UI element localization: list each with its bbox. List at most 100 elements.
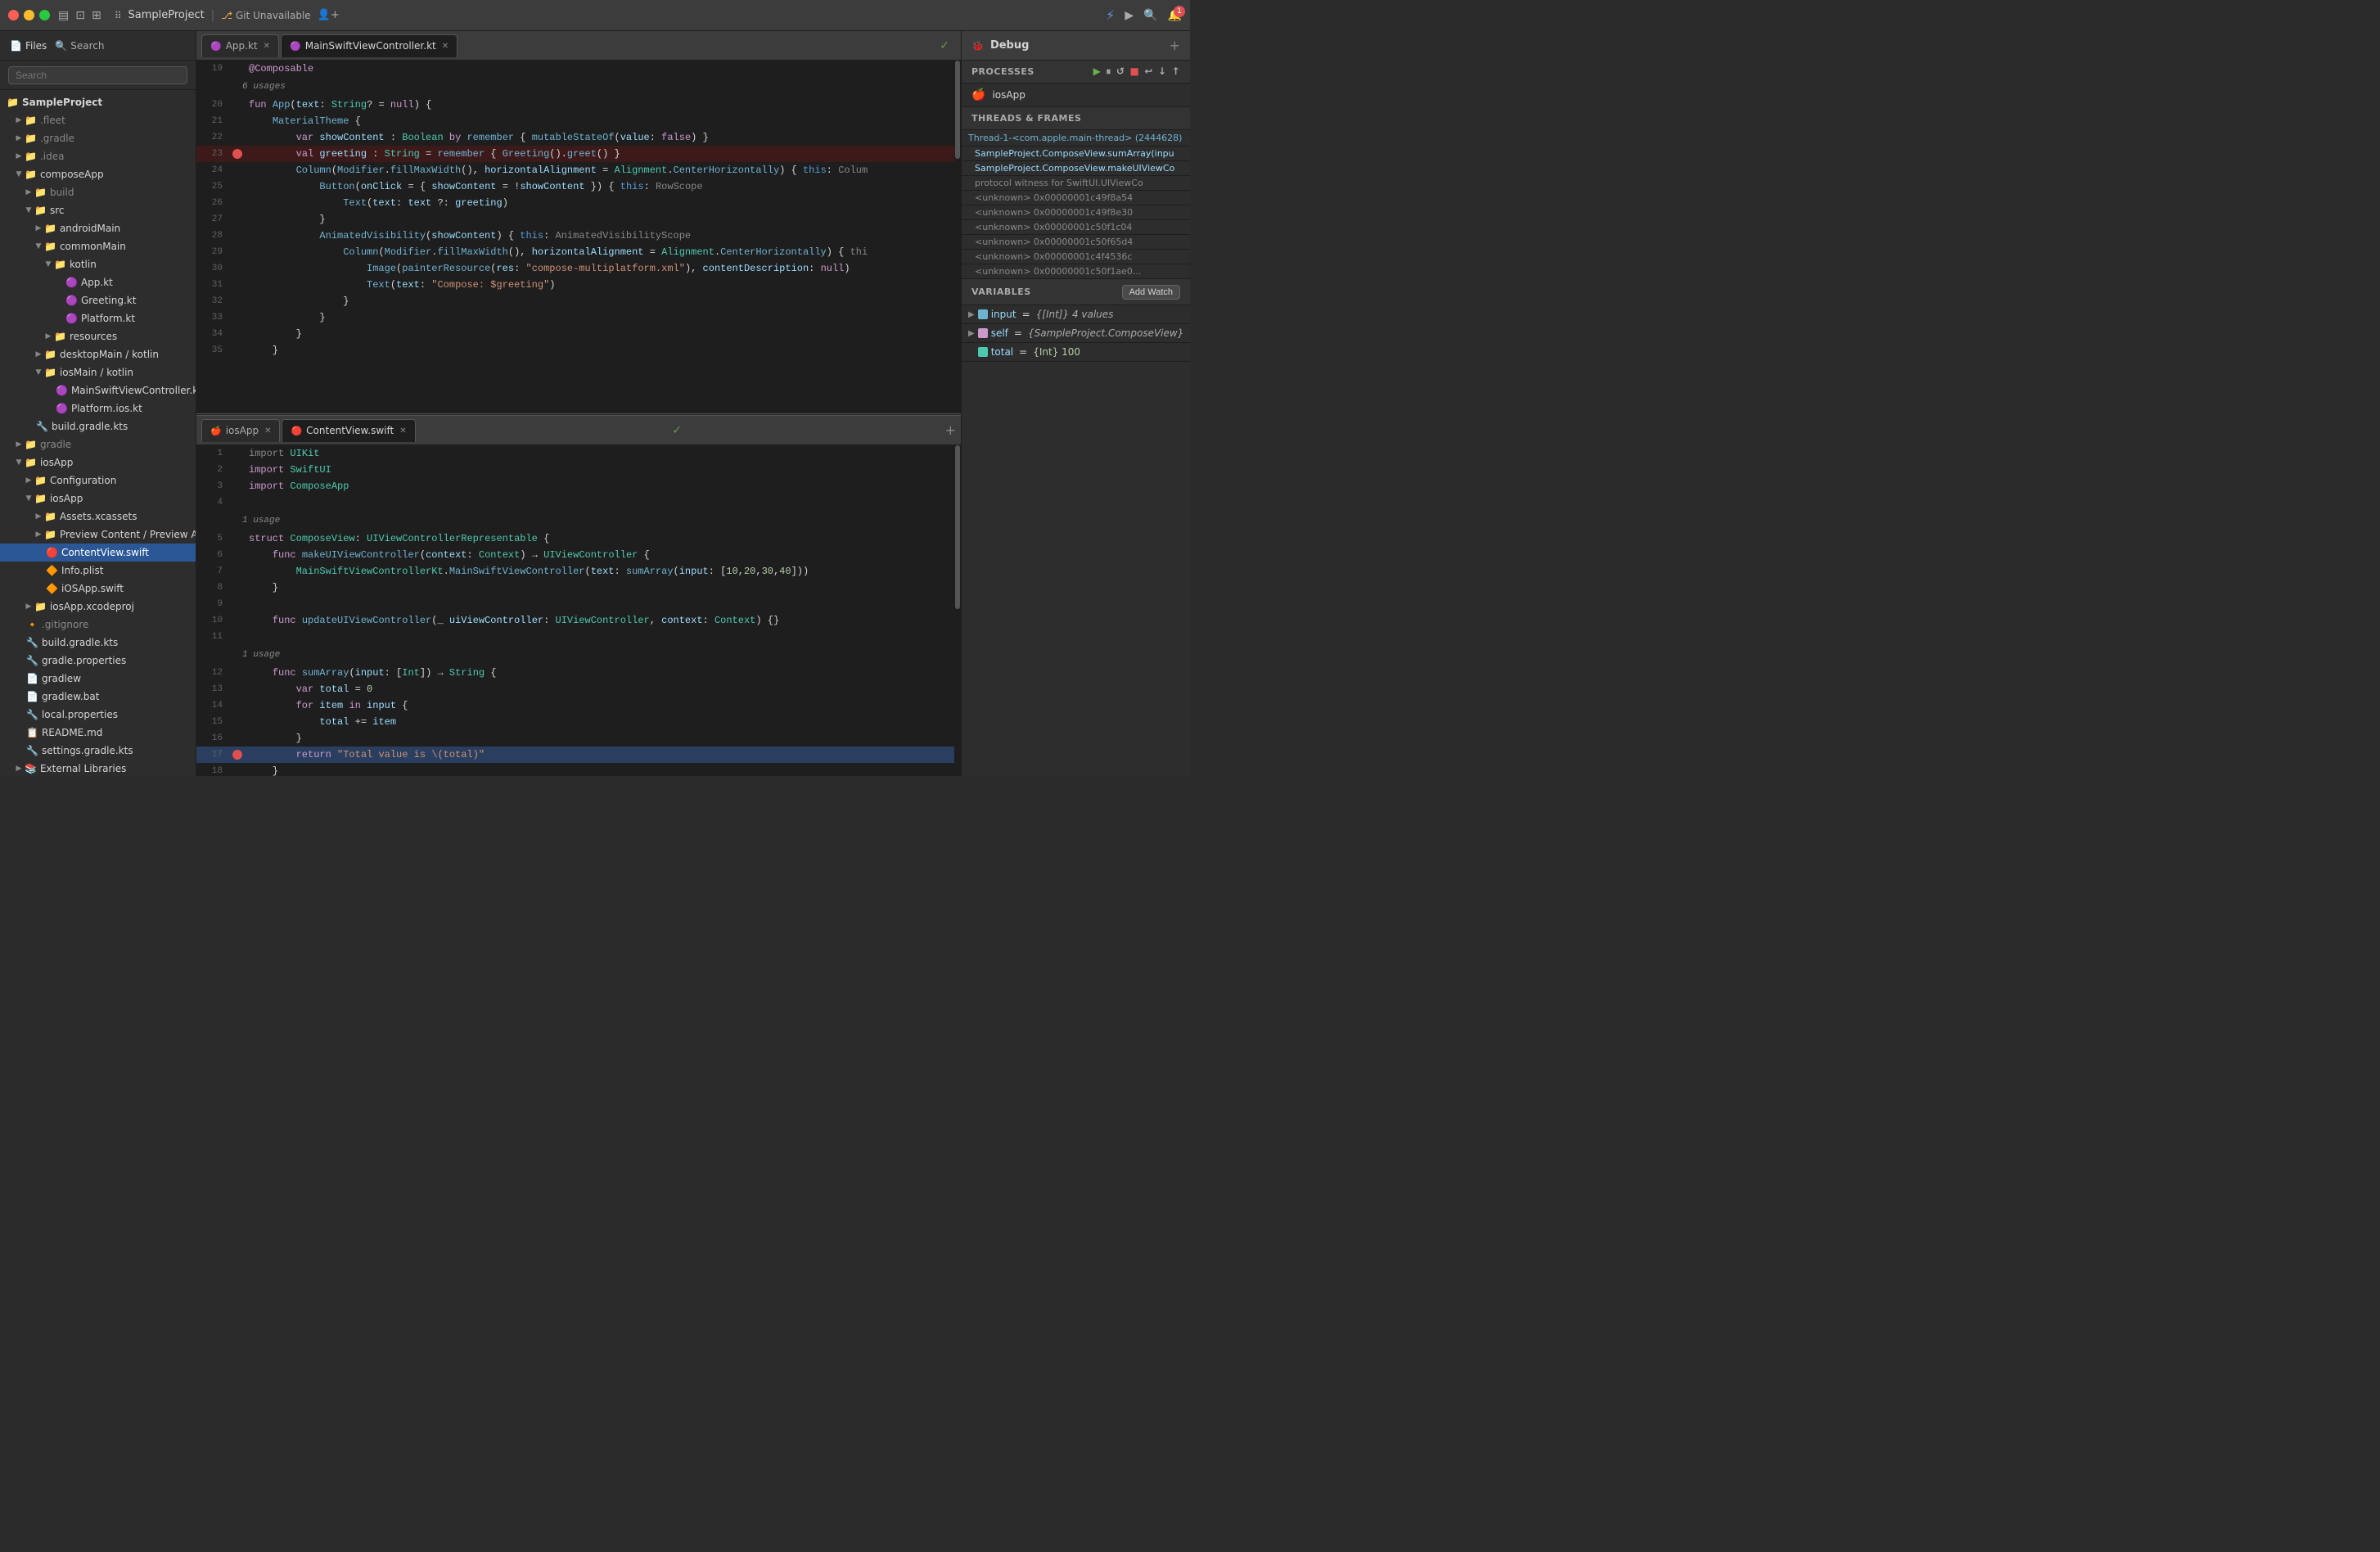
tab-mainswift[interactable]: 🟣 MainSwiftViewController.kt ✕ [281, 34, 458, 57]
thread-frame-2[interactable]: SampleProject.ComposeView.makeUIViewCo [962, 161, 1190, 176]
tree-item-mainswift[interactable]: 🟣 MainSwiftViewController.kt [0, 381, 196, 399]
tree-item-idea[interactable]: ▶ 📁 .idea [0, 147, 196, 165]
tree-item-buildgradle-root[interactable]: 🔧 build.gradle.kts [0, 634, 196, 652]
tree-item-platformios[interactable]: 🟣 Platform.ios.kt [0, 399, 196, 417]
tree-item-localprops[interactable]: 🔧 local.properties [0, 706, 196, 724]
expand-arrow-icon[interactable]: ▶ [968, 329, 975, 338]
tree-item-gradle-folder[interactable]: ▶ 📁 gradle [0, 435, 196, 453]
tree-item-configuration[interactable]: ▶ 📁 Configuration [0, 471, 196, 490]
notification-icon[interactable]: 🔔 1 [1168, 9, 1182, 22]
add-watch-button[interactable]: Add Watch [1122, 285, 1180, 300]
tree-item-build[interactable]: ▶ 📁 build [0, 183, 196, 201]
tree-item-desktopmain[interactable]: ▶ 📁 desktopMain / kotlin [0, 345, 196, 363]
tab-iosapp[interactable]: 🍎 iosApp ✕ [201, 419, 280, 442]
tree-item-src[interactable]: ▼ 📁 src [0, 201, 196, 219]
variable-self[interactable]: ▶ self = {SampleProject.ComposeView} [962, 324, 1190, 343]
tree-item-resources[interactable]: ▶ 📁 resources [0, 327, 196, 345]
tree-item-androidmain[interactable]: ▶ 📁 androidMain [0, 219, 196, 237]
breakpoint-dot[interactable] [232, 149, 242, 159]
resume-button[interactable]: ▶ [1093, 65, 1102, 78]
add-tab-button[interactable]: + [945, 422, 956, 438]
folder-icon: 📁 [7, 97, 19, 108]
tab-close-button[interactable]: ✕ [264, 426, 271, 435]
tree-item-gitignore[interactable]: 🔸 .gitignore [0, 616, 196, 634]
thread-frame-9[interactable]: <unknown> 0x00000001c50f1ae0... [962, 264, 1190, 279]
top-code-editor[interactable]: 19 @Composable 6 usages 20 fun App(text:… [196, 61, 954, 413]
add-profile-icon[interactable]: 👤+ [318, 9, 340, 21]
tree-item-settings[interactable]: 🔧 settings.gradle.kts [0, 742, 196, 760]
thread-frame-7[interactable]: <unknown> 0x00000001c50f65d4 [962, 235, 1190, 250]
tree-item-fleet[interactable]: ▶ 📁 .fleet [0, 111, 196, 129]
restart-button[interactable]: ↺ [1116, 65, 1125, 78]
thread-frame-6[interactable]: <unknown> 0x00000001c50f1c04 [962, 220, 1190, 235]
tree-item-infoplist[interactable]: 🔶 Info.plist [0, 562, 196, 580]
tree-item-iosmain[interactable]: ▼ 📁 iosMain / kotlin [0, 363, 196, 381]
tree-item-appkt[interactable]: 🟣 App.kt [0, 273, 196, 291]
tree-item-composeapp[interactable]: ▼ 📁 composeApp [0, 165, 196, 183]
search-input[interactable] [8, 66, 187, 84]
tab-appkt[interactable]: 🟣 App.kt ✕ [201, 34, 279, 57]
tree-item-gradle[interactable]: ▶ 📁 .gradle [0, 129, 196, 147]
thread-main[interactable]: Thread-1-<com.apple.main-thread> (244462… [962, 130, 1190, 147]
tree-item-gradlew[interactable]: 📄 gradlew [0, 670, 196, 688]
tree-item-assets[interactable]: ▶ 📁 Assets.xcassets [0, 508, 196, 526]
tree-root[interactable]: 📁 SampleProject [0, 93, 196, 111]
tree-item-iosapp-inner[interactable]: ▼ 📁 iosApp [0, 490, 196, 508]
process-item[interactable]: 🍎 iosApp [962, 83, 1190, 107]
tree-item-commonmain[interactable]: ▼ 📁 commonMain [0, 237, 196, 255]
top-scrollbar[interactable] [954, 61, 961, 413]
tab-close-button[interactable]: ✕ [442, 42, 449, 51]
variable-input[interactable]: ▶ input = {[Int]} 4 values [962, 305, 1190, 324]
thread-frame-8[interactable]: <unknown> 0x00000001c4f4536c [962, 250, 1190, 264]
layout-icon[interactable]: ⊞ [92, 9, 101, 22]
close-button[interactable] [8, 10, 19, 20]
play-icon[interactable]: ▶ [1125, 9, 1134, 22]
add-debug-button[interactable]: + [1170, 38, 1180, 53]
bottom-scrollbar[interactable] [954, 445, 961, 776]
checkmark-icon[interactable]: ✓ [940, 39, 949, 52]
thread-frame-4[interactable]: <unknown> 0x00000001c49f8a54 [962, 191, 1190, 205]
tab-close-button[interactable]: ✕ [399, 426, 406, 435]
tree-item-platformkt[interactable]: 🟣 Platform.kt [0, 309, 196, 327]
tree-item-xcodeproj[interactable]: ▶ 📁 iosApp.xcodeproj [0, 598, 196, 616]
sidebar-toggle-icon[interactable]: ▤ [58, 9, 69, 22]
grid-icon[interactable]: ⠿ [115, 10, 122, 21]
tree-item-preview-content[interactable]: ▶ 📁 Preview Content / Preview Asset [0, 526, 196, 544]
panel-icon[interactable]: ⊡ [75, 9, 85, 22]
step-over-button[interactable]: ↩ [1144, 65, 1153, 78]
minimize-button[interactable] [24, 10, 34, 20]
scrollbar-thumb[interactable] [955, 445, 960, 609]
tree-item-buildgradle-compose[interactable]: 🔧 build.gradle.kts [0, 417, 196, 435]
tree-item-greetingkt[interactable]: 🟣 Greeting.kt [0, 291, 196, 309]
tree-item-readme[interactable]: 📋 README.md [0, 724, 196, 742]
tree-item-gradleprops[interactable]: 🔧 gradle.properties [0, 652, 196, 670]
breakpoint-dot[interactable] [232, 750, 242, 760]
tree-item-contentview[interactable]: 🔴 ContentView.swift [0, 544, 196, 562]
tab-contentview[interactable]: 🔴 ContentView.swift ✕ [282, 419, 415, 442]
step-out-button[interactable]: ↑ [1171, 65, 1180, 78]
thread-frame-1[interactable]: SampleProject.ComposeView.sumArray(inpu [962, 147, 1190, 161]
search-icon[interactable]: 🔍 [1143, 9, 1157, 22]
int-type-icon [978, 347, 988, 357]
stop-button[interactable]: ■ [1129, 65, 1139, 78]
checkmark-icon[interactable]: ✓ [672, 424, 682, 437]
thread-frame-5[interactable]: <unknown> 0x00000001c49f8e30 [962, 205, 1190, 220]
variable-total[interactable]: ▶ total = {Int} 100 [962, 343, 1190, 362]
search-tab[interactable]: 🔍 Search [55, 40, 104, 52]
tree-item-iosapp[interactable]: ▼ 📁 iosApp [0, 453, 196, 471]
pause-button[interactable]: ⏸ [1106, 65, 1111, 78]
expand-arrow-icon[interactable]: ▶ [968, 310, 975, 319]
thread-frame-3[interactable]: protocol witness for SwiftUI.UIViewCo [962, 176, 1190, 191]
bottom-code-editor[interactable]: 1 import UIKit 2 import SwiftUI 3 i [196, 445, 954, 776]
files-tab[interactable]: 📄 Files [10, 40, 47, 52]
tab-close-button[interactable]: ✕ [264, 42, 270, 51]
maximize-button[interactable] [39, 10, 50, 20]
tree-item-kotlin[interactable]: ▼ 📁 kotlin [0, 255, 196, 273]
tree-item-iosappswift[interactable]: 🔶 iOSApp.swift [0, 580, 196, 598]
tree-item-gradlew-bat[interactable]: 📄 gradlew.bat [0, 688, 196, 706]
step-into-button[interactable]: ↓ [1158, 65, 1167, 78]
tree-item-external[interactable]: ▶ 📚 External Libraries [0, 760, 196, 776]
scrollbar-thumb[interactable] [955, 61, 960, 159]
lightning-icon[interactable]: ⚡ [1106, 7, 1115, 23]
folder-icon: 📁 [44, 367, 56, 378]
